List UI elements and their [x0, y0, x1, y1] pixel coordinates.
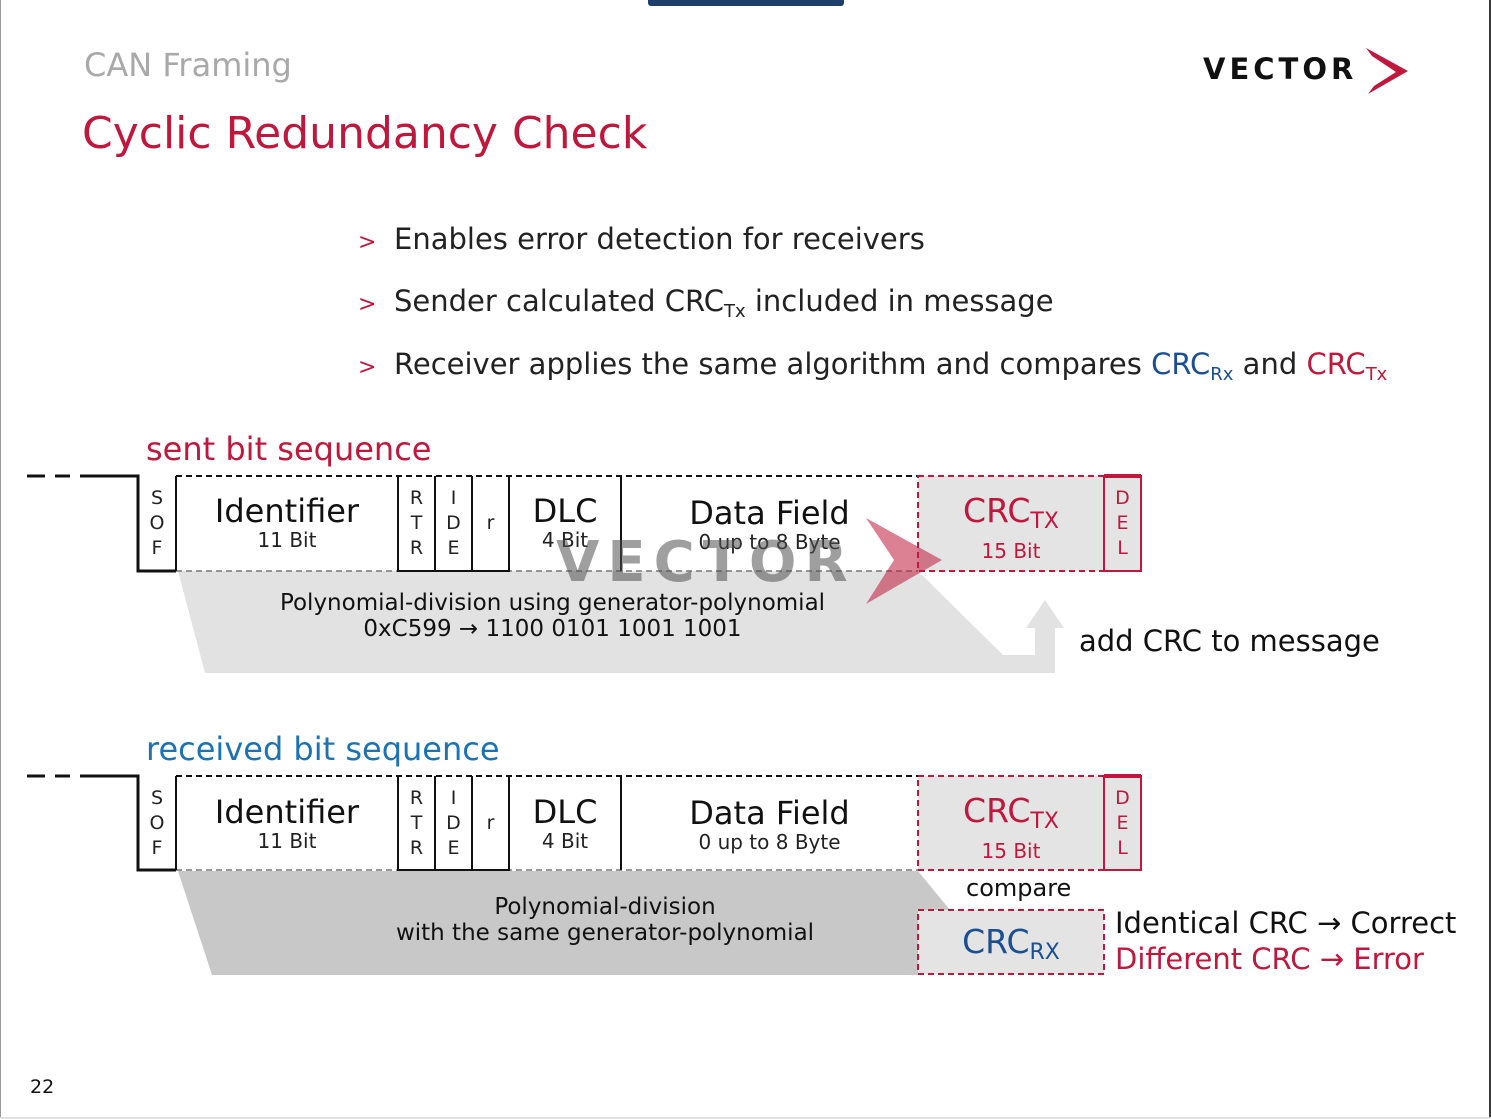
sent-division-text: Polynomial-division using generator-poly…: [279, 590, 826, 642]
sent-r-field: r: [486, 512, 495, 534]
sent-crc-field: CRCTX 15 Bit: [963, 491, 1059, 564]
sent-rtr-field: RTR: [409, 487, 424, 559]
sent-identifier-field: Identifier 11 Bit: [214, 492, 360, 552]
result-error: Different CRC → Error: [1115, 942, 1424, 976]
received-rtr-field: RTR: [409, 787, 424, 859]
sent-del-field: DEL: [1115, 487, 1130, 559]
add-crc-label: add CRC to message: [1079, 624, 1380, 658]
received-r-field: r: [486, 812, 495, 834]
received-sof-field: SOF: [149, 787, 165, 859]
received-dlc-field: DLC 4 Bit: [532, 793, 598, 853]
received-ide-field: IDE: [446, 787, 461, 859]
received-crc-field: CRCTX 15 Bit: [963, 791, 1059, 864]
crc-rx-label: CRCRX: [962, 922, 1060, 965]
received-identifier-field: Identifier 11 Bit: [214, 793, 360, 853]
result-correct: Identical CRC → Correct: [1115, 906, 1457, 940]
sent-sof-field: SOF: [149, 487, 165, 559]
received-sequence-label: received bit sequence: [146, 730, 500, 768]
received-data-field: Data Field 0 up to 8 Byte: [689, 794, 850, 854]
received-del-field: DEL: [1115, 787, 1130, 859]
compare-label: compare: [966, 874, 1072, 902]
page-number: 22: [30, 1076, 55, 1098]
sent-ide-field: IDE: [446, 487, 461, 559]
sent-sequence-label: sent bit sequence: [146, 430, 432, 468]
vector-watermark: VECTOR: [556, 530, 856, 595]
received-division-text: Polynomial-division with the same genera…: [395, 894, 815, 946]
